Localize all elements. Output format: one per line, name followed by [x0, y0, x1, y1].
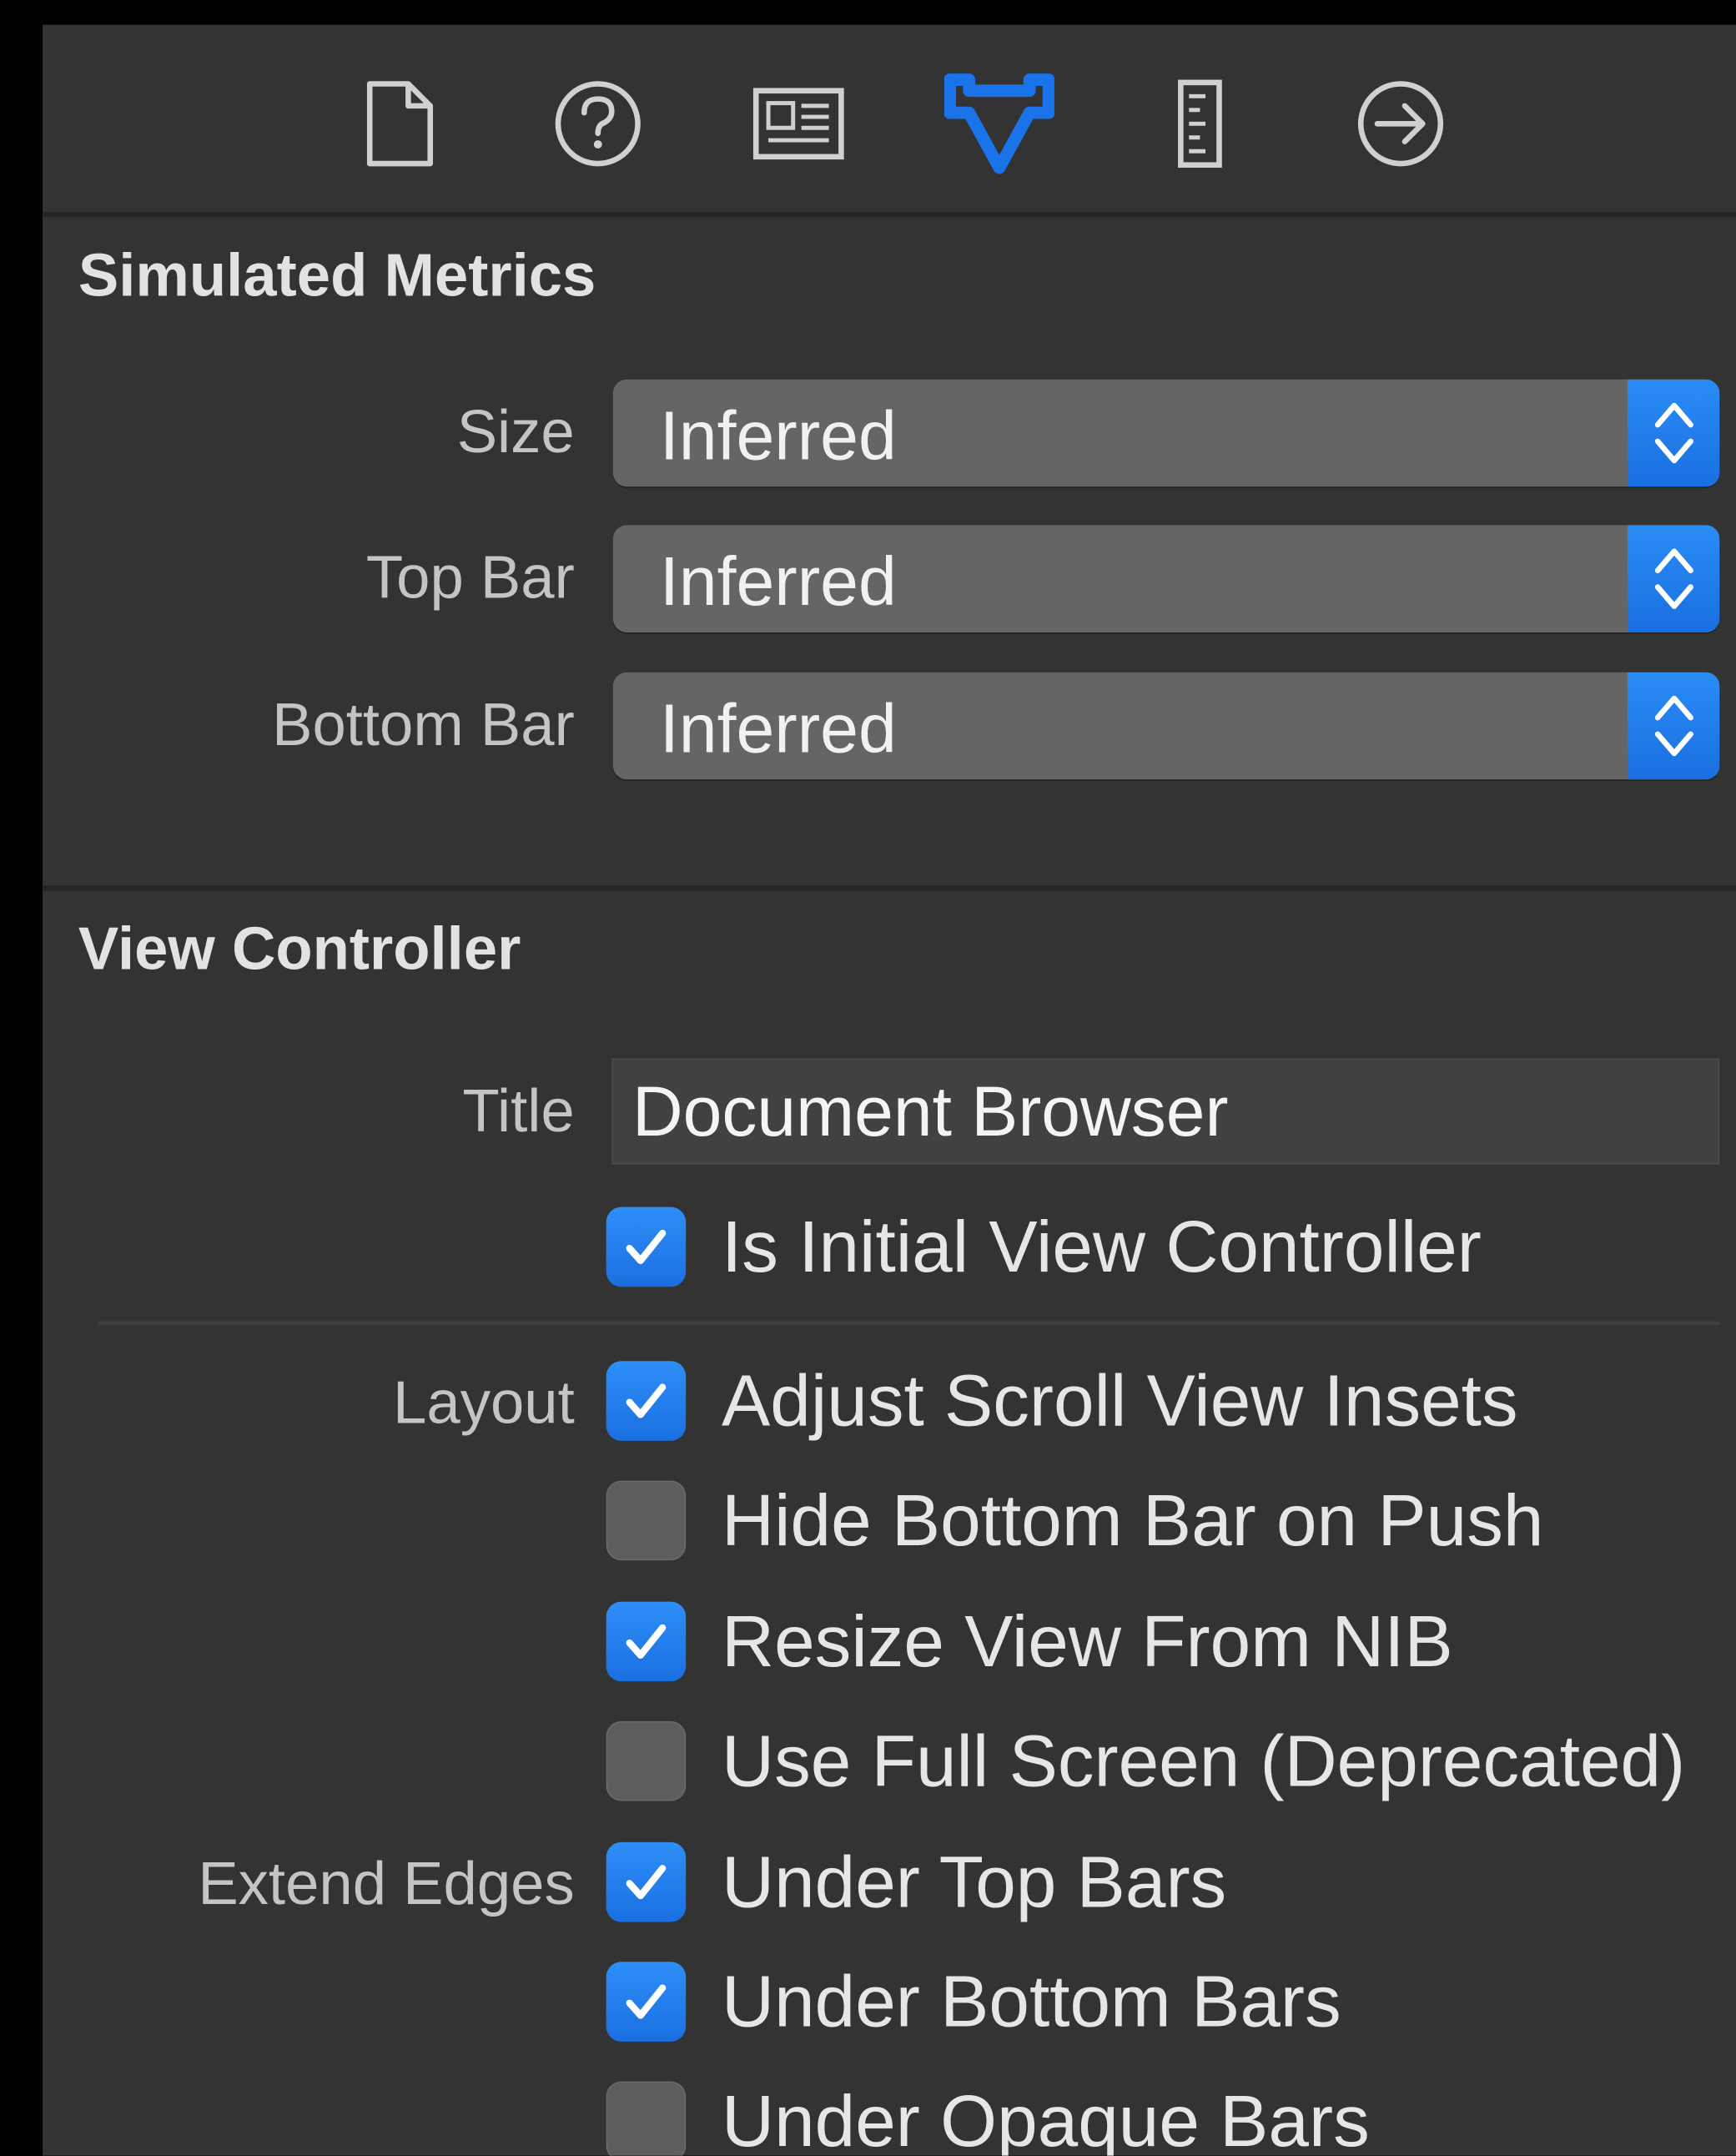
title-text-field[interactable]: [611, 1058, 1720, 1165]
under-bottom-bars-checkbox[interactable]: [606, 1962, 687, 2042]
bottom-bar-label: Bottom Bar: [272, 691, 575, 759]
title-input[interactable]: [632, 1068, 1705, 1154]
bottom-bar-popup[interactable]: Inferred: [612, 672, 1720, 780]
under-top-bars-row[interactable]: Under Top Bars: [606, 1840, 1227, 1925]
chevron-up-down-icon: [1654, 548, 1693, 609]
adjust-scroll-view-insets-label: Adjust Scroll View Insets: [722, 1360, 1518, 1442]
layout-label: Layout: [393, 1369, 575, 1437]
is-initial-checkbox[interactable]: [606, 1206, 687, 1287]
chevron-up-down-icon: [1654, 402, 1693, 464]
under-bottom-bars-row[interactable]: Under Bottom Bars: [606, 1959, 1341, 2044]
bottom-bar-popup-stepper[interactable]: [1627, 672, 1720, 780]
top-bar-popup-stepper[interactable]: [1627, 525, 1720, 632]
inspector-toolbar: [43, 25, 1736, 214]
identity-inspector-icon[interactable]: [741, 66, 856, 181]
under-top-bars-checkbox[interactable]: [606, 1841, 687, 1922]
size-popup[interactable]: Inferred: [612, 379, 1720, 487]
checkmark-icon: [626, 1865, 667, 1900]
top-bar-popup[interactable]: Inferred: [612, 525, 1720, 632]
size-inspector-icon[interactable]: [1142, 66, 1257, 181]
under-opaque-bars-row[interactable]: Under Opaque Bars: [606, 2078, 1370, 2156]
title-label: Title: [462, 1077, 575, 1146]
size-label: Size: [456, 398, 575, 466]
attributes-inspector-icon[interactable]: [942, 66, 1057, 181]
connections-inspector-icon[interactable]: [1343, 66, 1458, 181]
is-initial-view-controller-checkbox-row[interactable]: Is Initial View Controller: [606, 1204, 1482, 1289]
size-popup-stepper[interactable]: [1627, 379, 1720, 487]
use-full-screen-label: Use Full Screen (Deprecated): [722, 1720, 1686, 1802]
checkmark-icon: [626, 1229, 667, 1265]
simulated-metrics-heading: Simulated Metrics: [78, 241, 596, 310]
checkmark-icon: [626, 1624, 667, 1659]
hide-bottom-bar-on-push-row[interactable]: Hide Bottom Bar on Push: [606, 1478, 1544, 1563]
view-controller-heading: View Controller: [78, 915, 521, 984]
is-initial-label: Is Initial View Controller: [722, 1206, 1482, 1288]
top-bar-label: Top Bar: [365, 544, 575, 612]
use-full-screen-row[interactable]: Use Full Screen (Deprecated): [606, 1719, 1686, 1804]
inspector-window: Simulated Metrics Size Inferred Top Bar …: [0, 0, 1736, 2156]
quick-help-icon[interactable]: [541, 66, 656, 181]
resize-view-from-nib-row[interactable]: Resize View From NIB: [606, 1599, 1453, 1684]
toolbar-divider: [43, 211, 1736, 218]
extend-edges-label: Extend Edges: [198, 1850, 575, 1918]
checkmark-icon: [626, 1984, 667, 2019]
adjust-scroll-view-insets-checkbox[interactable]: [606, 1361, 687, 1441]
hide-bottom-bar-on-push-checkbox[interactable]: [606, 1480, 687, 1561]
under-top-bars-label: Under Top Bars: [722, 1841, 1227, 1923]
hide-bottom-bar-on-push-label: Hide Bottom Bar on Push: [722, 1479, 1544, 1561]
use-full-screen-checkbox[interactable]: [606, 1720, 687, 1801]
resize-view-from-nib-checkbox[interactable]: [606, 1601, 687, 1682]
resize-view-from-nib-label: Resize View From NIB: [722, 1600, 1453, 1682]
section-divider: [43, 885, 1736, 891]
file-inspector-icon[interactable]: [342, 66, 457, 181]
under-opaque-bars-label: Under Opaque Bars: [722, 2080, 1370, 2156]
layout-divider: [97, 1321, 1720, 1326]
checkmark-icon: [626, 1383, 667, 1418]
bottom-bar-popup-value: Inferred: [659, 690, 897, 768]
chevron-up-down-icon: [1654, 695, 1693, 757]
under-opaque-bars-checkbox[interactable]: [606, 2081, 687, 2156]
attributes-inspector-panel: Simulated Metrics Size Inferred Top Bar …: [43, 24, 1736, 2156]
adjust-scroll-view-insets-row[interactable]: Adjust Scroll View Insets: [606, 1358, 1518, 1443]
under-bottom-bars-label: Under Bottom Bars: [722, 1961, 1341, 2043]
top-bar-popup-value: Inferred: [659, 542, 897, 621]
size-popup-value: Inferred: [659, 397, 897, 475]
